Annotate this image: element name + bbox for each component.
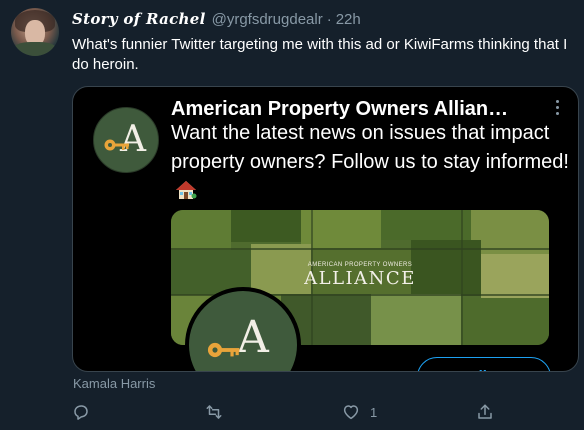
ad-body-text: Want the latest news on issues that impa… [171,122,569,173]
promoted-by-label: Kamala Harris [73,376,156,391]
like-count: 1 [370,404,378,420]
ad-card[interactable]: A American Property Owners Alliance ... … [72,86,579,372]
key-icon [207,342,240,358]
follow-button[interactable]: Follow [417,357,551,371]
tweet-text: What's funnier Twitter targeting me with… [72,36,568,73]
ad-avatar[interactable]: A [93,107,159,173]
logo-letter: A [237,312,269,363]
reply-icon [74,405,88,420]
house-emoji-icon [176,181,197,199]
image-brand-big: ALLIANCE [304,268,416,289]
field-patch [171,210,231,250]
field-patch [371,294,461,345]
avatar-shirt [13,42,57,56]
user-handle[interactable]: @yrgfsdrugdealr [212,11,323,28]
tweet-actions: 1 [72,400,532,424]
field-patch [301,210,381,248]
share-icon [478,404,492,419]
like-icon [343,405,359,420]
tweet-header: Story of Rachel @yrgfsdrugdealr · 22h [72,10,361,32]
field-patch [231,210,301,242]
user-avatar[interactable] [11,8,59,56]
field-patch [461,298,549,345]
tweet-timestamp[interactable]: 22h [336,11,361,28]
reply-button[interactable] [72,400,100,424]
share-button[interactable] [476,400,504,424]
retweet-button[interactable] [204,400,234,424]
display-name[interactable]: Story of Rachel [72,10,206,28]
field-patch [381,210,471,240]
field-road [171,248,549,250]
more-icon[interactable] [550,97,564,119]
ad-body: Want the latest news on issues that impa… [171,119,571,206]
key-icon [104,139,129,151]
retweet-icon [206,405,222,419]
header-separator: · [326,11,332,28]
like-button[interactable]: 1 [342,400,377,424]
